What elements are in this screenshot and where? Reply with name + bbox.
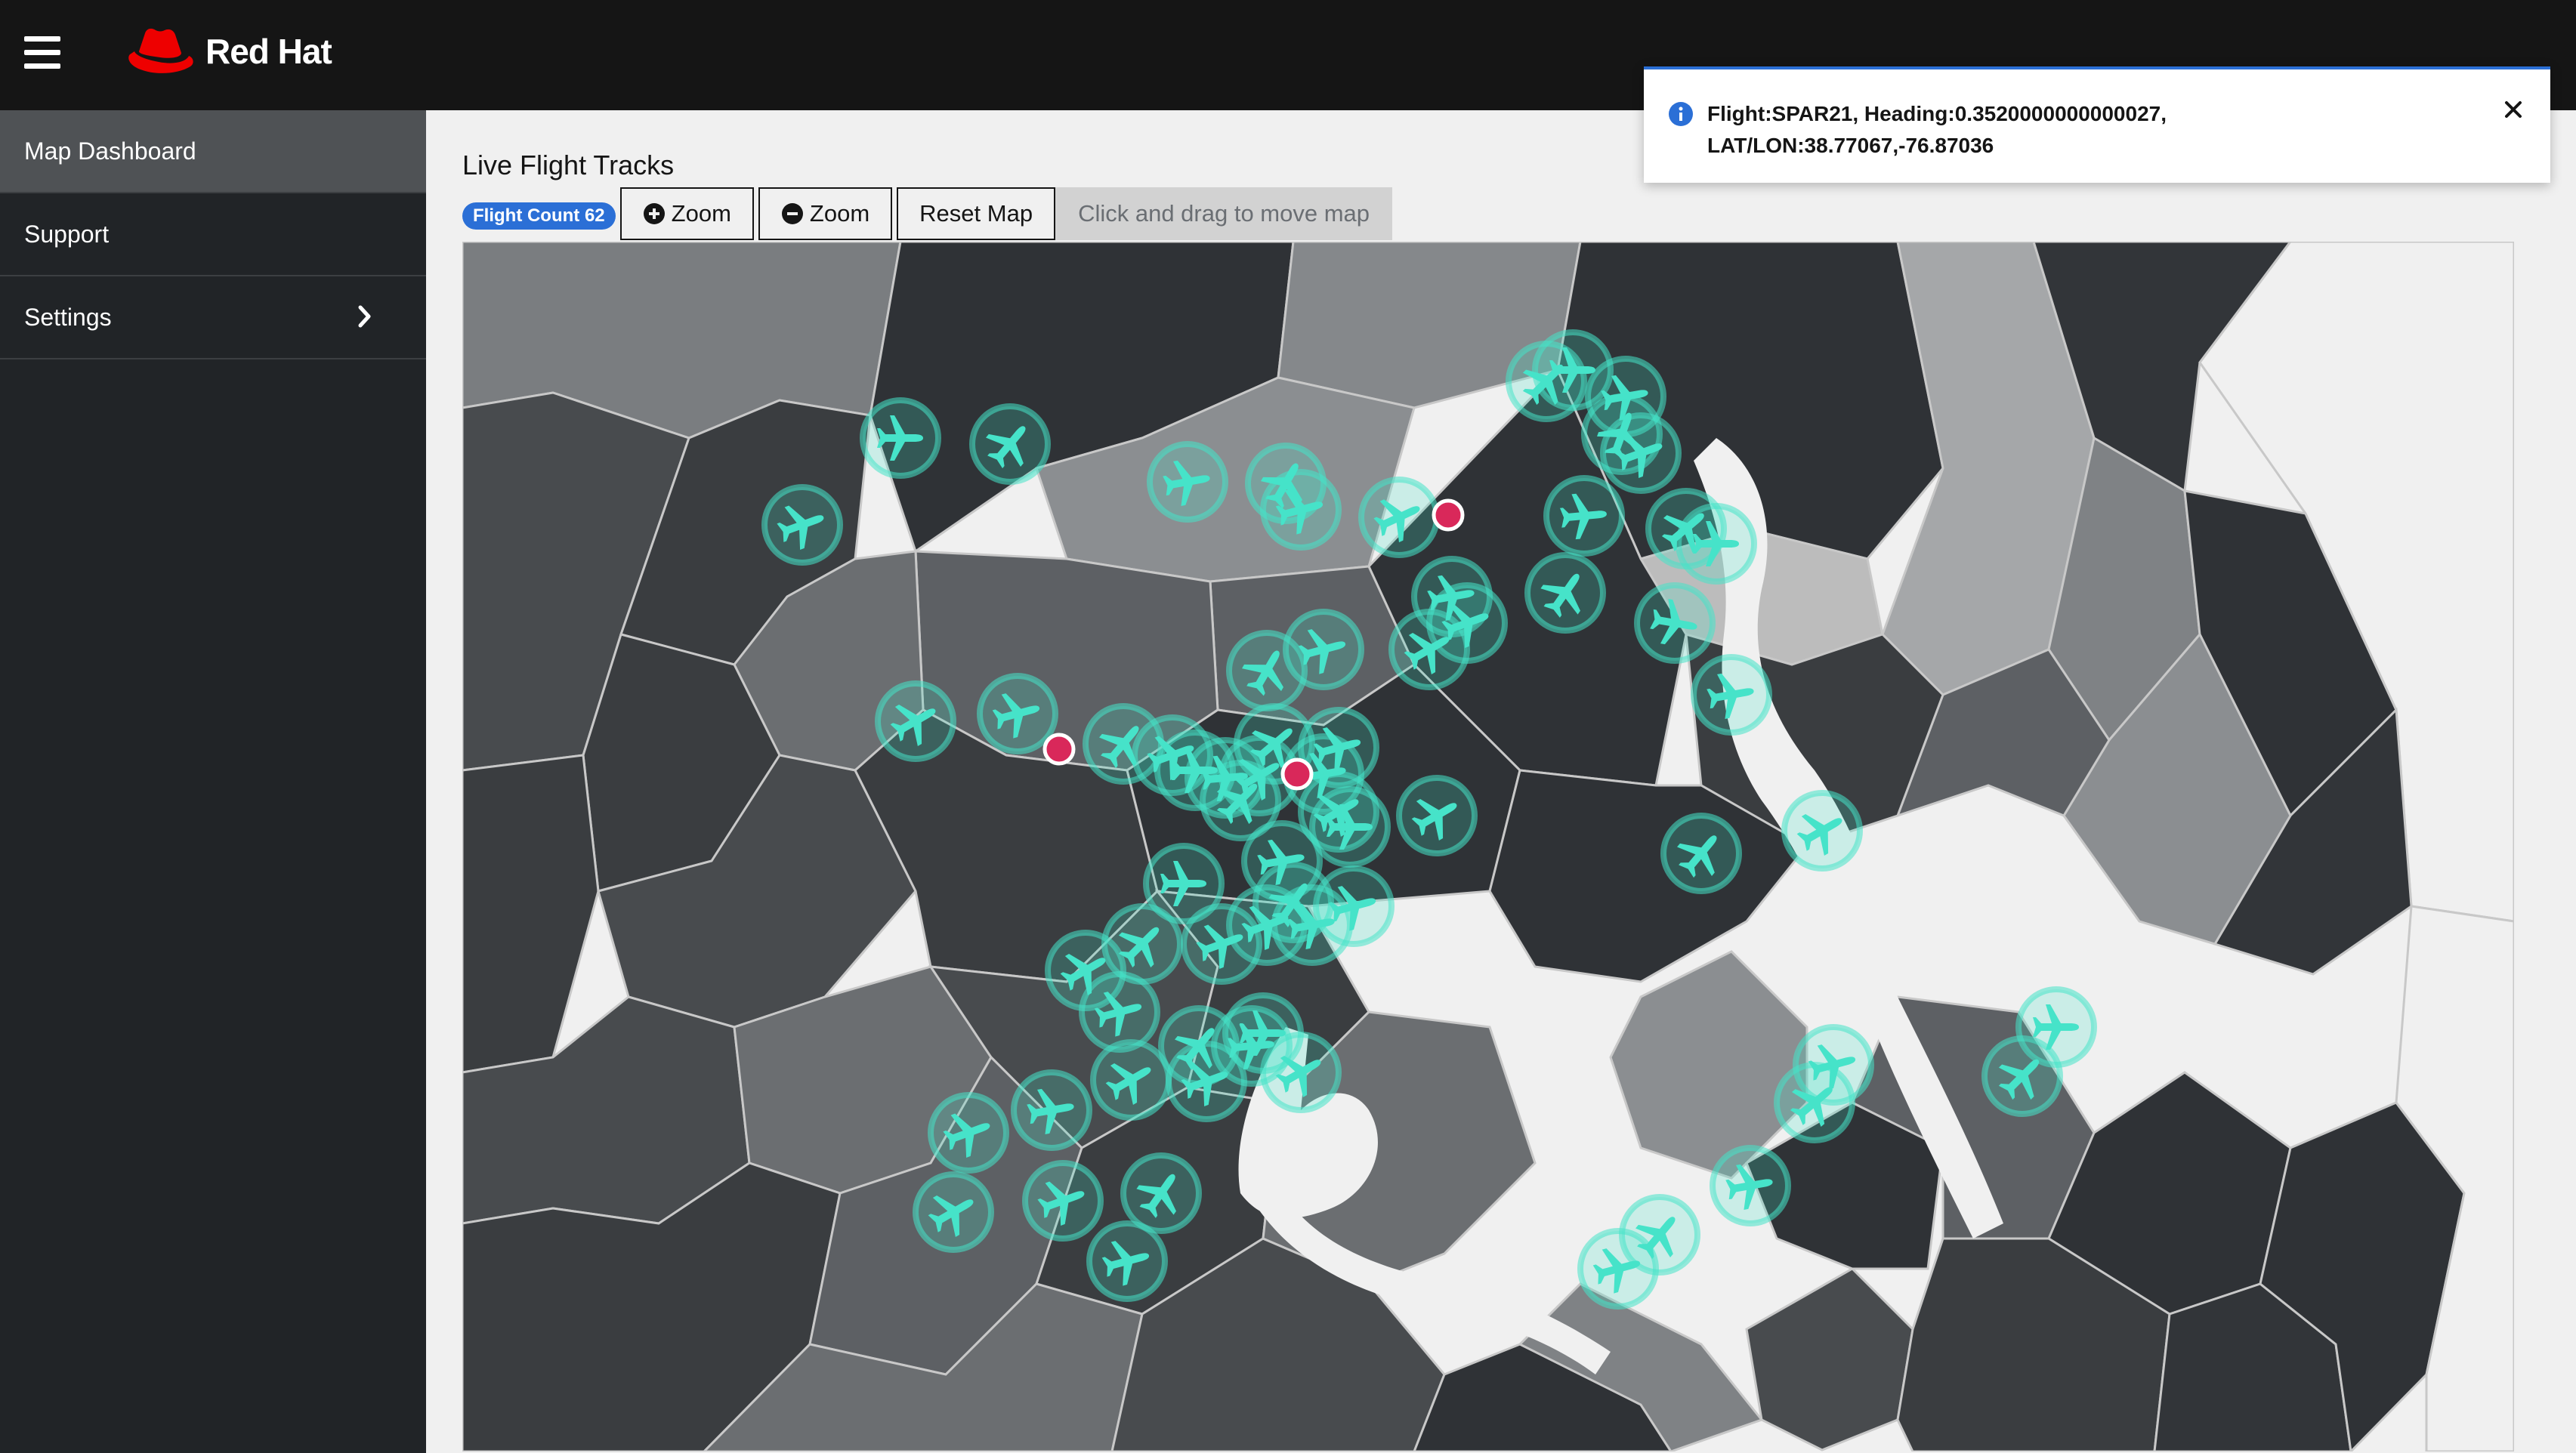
chevron-right-icon [358, 305, 371, 328]
minus-circle-icon [781, 203, 803, 224]
alert-line-flight: Flight:SPAR21, Heading:0.352000000000002… [1707, 102, 2167, 125]
aircraft-marker[interactable] [1981, 1035, 2063, 1117]
aircraft-marker[interactable] [1211, 1005, 1293, 1087]
aircraft-marker[interactable] [1147, 441, 1228, 523]
map-toolbar: Flight Count 62 Zoom Zoom Reset Map Clic… [462, 187, 1393, 240]
aircraft-marker[interactable] [1090, 1039, 1172, 1121]
aircraft-marker[interactable] [1691, 654, 1772, 736]
page-title: Live Flight Tracks [462, 150, 675, 180]
alert-marker[interactable] [1042, 733, 1076, 766]
county-layer [462, 242, 2514, 1451]
aircraft-marker[interactable] [1358, 477, 1440, 558]
map-canvas [462, 242, 2514, 1451]
aircraft-marker[interactable] [1634, 582, 1716, 664]
aircraft-marker[interactable] [860, 397, 941, 479]
reset-map-button[interactable]: Reset Map [897, 187, 1056, 240]
map-hint: Click and drag to move map [1055, 187, 1393, 240]
aircraft-marker[interactable] [1283, 609, 1364, 690]
zoom-out-button[interactable]: Zoom [758, 187, 893, 240]
aircraft-marker[interactable] [913, 1171, 994, 1253]
sidebar: Map Dashboard Support Settings [0, 110, 426, 1453]
aircraft-marker[interactable] [969, 403, 1051, 485]
aircraft-marker[interactable] [1676, 503, 1757, 585]
aircraft-marker[interactable] [1543, 475, 1625, 557]
aircraft-marker[interactable] [1660, 813, 1742, 894]
aircraft-marker[interactable] [1181, 903, 1262, 985]
alert-marker[interactable] [1432, 498, 1465, 532]
alert-marker[interactable] [1280, 757, 1314, 791]
aircraft-marker[interactable] [1388, 609, 1470, 690]
aircraft-marker[interactable] [1271, 884, 1353, 966]
aircraft-marker[interactable] [1781, 790, 1863, 871]
brand[interactable]: Red Hat [125, 24, 332, 79]
aircraft-marker[interactable] [1086, 1220, 1168, 1302]
aircraft-marker[interactable] [1774, 1062, 1855, 1143]
aircraft-marker[interactable] [761, 484, 843, 566]
sidebar-item-label: Support [24, 220, 110, 248]
close-icon[interactable] [2503, 100, 2523, 119]
sidebar-item-map-dashboard[interactable]: Map Dashboard [0, 110, 426, 193]
aircraft-marker[interactable] [1524, 552, 1606, 634]
aircraft-marker[interactable] [1396, 775, 1478, 856]
flight-count-badge: Flight Count 62 [462, 202, 616, 230]
hamburger-icon[interactable] [24, 36, 60, 69]
aircraft-marker[interactable] [875, 680, 956, 762]
zoom-out-label: Zoom [809, 200, 870, 227]
zoom-in-label: Zoom [671, 200, 731, 227]
plus-circle-icon [643, 203, 665, 224]
aircraft-marker[interactable] [1600, 412, 1682, 494]
aircraft-marker[interactable] [1011, 1069, 1092, 1151]
main-content: Live Flight Tracks Flight Count 62 Zoom … [426, 110, 2576, 1453]
aircraft-marker[interactable] [1577, 1228, 1659, 1310]
sidebar-item-support[interactable]: Support [0, 193, 426, 276]
aircraft-marker[interactable] [1079, 971, 1160, 1053]
flight-map[interactable] [462, 242, 2514, 1451]
aircraft-marker[interactable] [1120, 1152, 1202, 1234]
zoom-in-button[interactable]: Zoom [619, 187, 754, 240]
aircraft-marker[interactable] [977, 673, 1058, 754]
brand-name: Red Hat [205, 32, 332, 71]
flight-info-alert: Flight:SPAR21, Heading:0.352000000000002… [1644, 66, 2550, 183]
alert-message: Flight:SPAR21, Heading:0.352000000000002… [1707, 98, 2432, 162]
sidebar-item-label: Settings [24, 303, 112, 331]
info-circle-icon [1669, 102, 1693, 126]
alert-line-position: LAT/LON:38.77067,-76.87036 [1707, 134, 1994, 157]
aircraft-marker[interactable] [1710, 1145, 1791, 1226]
aircraft-marker[interactable] [1022, 1160, 1104, 1242]
aircraft-marker[interactable] [1309, 786, 1391, 868]
county-region [1745, 1267, 1914, 1451]
aircraft-marker[interactable] [928, 1092, 1009, 1174]
county-region [462, 754, 600, 1074]
aircraft-marker[interactable] [1260, 469, 1342, 551]
red-hat-logo [128, 28, 193, 73]
sidebar-item-settings[interactable]: Settings [0, 276, 426, 359]
sidebar-item-label: Map Dashboard [24, 137, 196, 165]
